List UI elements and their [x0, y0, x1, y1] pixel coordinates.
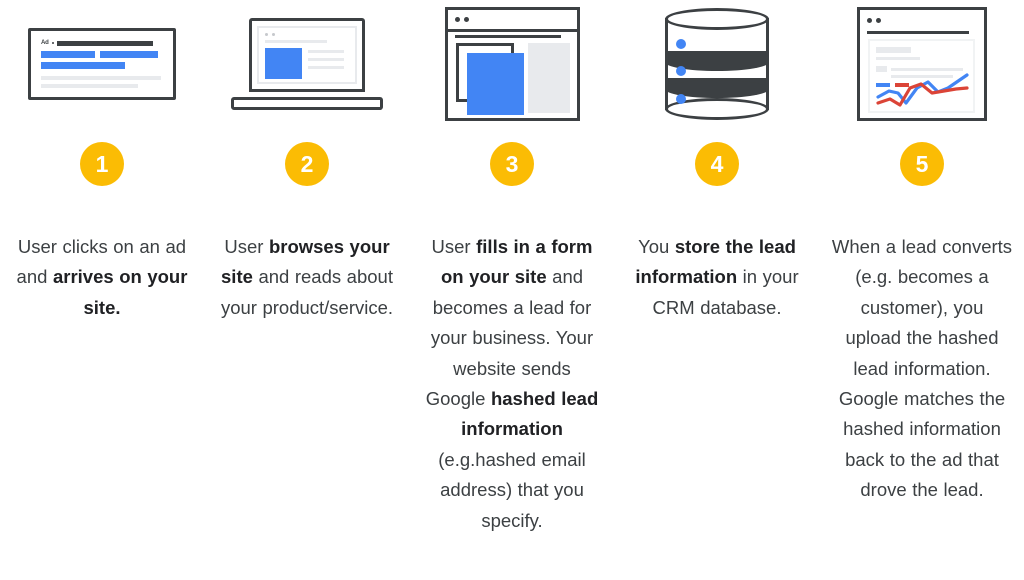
ad-headline-row: Ad	[41, 40, 163, 46]
database-led-2	[676, 66, 686, 76]
ad-blue-bar-2	[100, 51, 158, 58]
analytics-url-bar	[867, 31, 969, 34]
ad-separator-dot	[51, 42, 54, 44]
step-caption-1: User clicks on an ad and arrives on your…	[16, 236, 188, 318]
window-dot	[265, 33, 268, 36]
step-3: 3 User fills in a form on your site and …	[410, 0, 614, 536]
text-line	[308, 49, 344, 53]
step-1: Ad 1 User clicks on an ad and arrives on…	[0, 0, 204, 323]
browser-form-window-icon	[410, 4, 614, 124]
chart-line-red	[876, 82, 969, 107]
step-5: 5 When a lead converts (e.g. becomes a c…	[820, 0, 1024, 506]
report-subheading-bar	[876, 57, 920, 60]
laptop-website-icon	[205, 4, 409, 124]
step-number-badge-2: 2	[285, 142, 329, 186]
step-caption-2: User browses your site and reads about y…	[220, 236, 394, 318]
ad-blue-bar-1	[41, 51, 95, 58]
step-caption-5: When a lead converts (e.g. becomes a cus…	[831, 236, 1013, 501]
ad-label: Ad	[41, 40, 49, 46]
text-line	[308, 65, 344, 69]
window-dot	[867, 17, 872, 23]
database-led-1	[676, 39, 686, 49]
window-dot	[876, 17, 881, 23]
ad-blue-row	[41, 51, 163, 58]
laptop-window-dots	[265, 33, 349, 36]
form-filled-card	[466, 53, 524, 115]
search-ad-card-icon: Ad	[0, 4, 204, 124]
report-heading-bar	[876, 47, 911, 53]
laptop-topbar	[265, 40, 327, 43]
text-line	[308, 57, 344, 61]
step-2: 2 User browses your site and reads about…	[205, 0, 409, 323]
analytics-window-frame	[857, 7, 987, 121]
step-4: 4 You store the lead information in your…	[615, 0, 819, 323]
browser-titlebar	[447, 10, 577, 32]
ad-blue-bar-3	[41, 62, 125, 69]
analytics-report-panel	[868, 39, 975, 113]
window-dot	[272, 33, 275, 36]
laptop-hero-image	[265, 47, 302, 79]
ad-title-bar	[56, 40, 153, 46]
database-top-ellipse	[665, 8, 769, 30]
step-caption-4: You store the lead information in your C…	[635, 236, 799, 318]
database-led-3	[676, 94, 686, 104]
window-dot	[454, 17, 460, 22]
steps-diagram: Ad 1 User clicks on an ad and arrives on…	[0, 0, 1024, 580]
ad-grey-bar-1	[41, 76, 161, 80]
line-chart	[876, 71, 971, 107]
step-number-badge-3: 3	[490, 142, 534, 186]
laptop-page	[257, 26, 357, 84]
ad-card-frame: Ad	[28, 28, 176, 100]
step-caption-3: User fills in a form on your site and be…	[425, 236, 599, 531]
laptop-content	[265, 47, 349, 79]
laptop-base	[231, 97, 383, 110]
form-sidebar-panel	[527, 43, 570, 113]
database-frame	[665, 8, 769, 120]
window-dot	[463, 17, 469, 22]
ad-grey-bar-2	[41, 84, 138, 88]
analytics-titlebar	[860, 10, 984, 30]
database-cylinder-icon	[615, 4, 819, 124]
step-number-badge-4: 4	[695, 142, 739, 186]
browser-url-bar	[454, 35, 561, 38]
analytics-chart-window-icon	[820, 4, 1024, 124]
laptop-screen	[249, 18, 365, 92]
laptop-frame	[231, 18, 383, 110]
laptop-text-lines	[308, 48, 344, 79]
step-number-badge-5: 5	[900, 142, 944, 186]
step-number-badge-1: 1	[80, 142, 124, 186]
browser-window-frame	[444, 7, 580, 121]
